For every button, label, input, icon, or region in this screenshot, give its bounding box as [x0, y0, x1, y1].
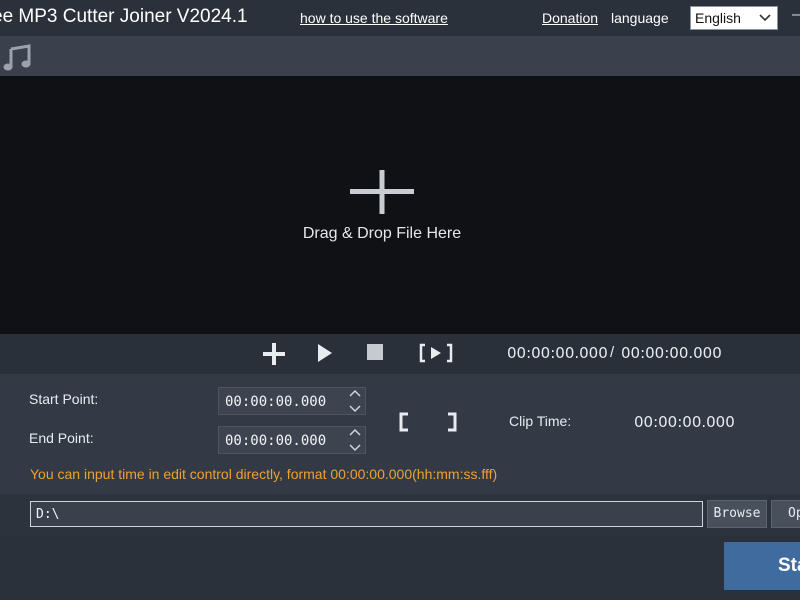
- time-separator: /: [610, 344, 615, 361]
- language-select[interactable]: English: [690, 6, 778, 30]
- total-time: 00:00:00.000: [621, 344, 722, 362]
- output-path-input[interactable]: [30, 501, 703, 527]
- start-point-spinner[interactable]: [345, 387, 365, 415]
- donation-link[interactable]: Donation: [542, 10, 598, 26]
- stop-icon[interactable]: [367, 344, 383, 360]
- start-button[interactable]: Sta: [724, 542, 800, 590]
- open-folder-button[interactable]: Op: [771, 500, 800, 528]
- add-file-plus-icon[interactable]: [350, 170, 414, 214]
- clip-time-label: Clip Time:: [509, 413, 572, 429]
- play-selection-icon[interactable]: [419, 343, 453, 363]
- end-point-input[interactable]: 00:00:00.000: [218, 426, 366, 454]
- app-title: ee MP3 Cutter Joiner V2024.1: [0, 6, 248, 27]
- clip-time-value: 00:00:00.000: [634, 413, 735, 431]
- chevron-down-icon: [759, 10, 771, 29]
- howto-link[interactable]: how to use the software: [300, 10, 448, 26]
- format-hint: You can input time in edit control direc…: [30, 466, 498, 482]
- start-point-label: Start Point:: [29, 391, 99, 407]
- music-note-icon[interactable]: [2, 42, 34, 74]
- toolbar: [0, 36, 800, 76]
- end-point-label: End Point:: [29, 430, 94, 446]
- window-control-icon[interactable]: –: [792, 6, 800, 24]
- set-end-bracket-icon[interactable]: [446, 412, 458, 432]
- current-time: 00:00:00.000: [507, 344, 608, 362]
- bottom-bar: [0, 536, 800, 600]
- end-point-spinner[interactable]: [345, 426, 365, 454]
- drop-instructions: Drag & Drop File Here: [302, 225, 462, 242]
- language-label: language: [611, 10, 669, 26]
- browse-button[interactable]: Browse: [707, 500, 767, 528]
- play-icon[interactable]: [316, 343, 334, 363]
- add-icon[interactable]: [263, 343, 285, 365]
- language-selected-value: English: [695, 10, 741, 26]
- set-start-bracket-icon[interactable]: [398, 412, 410, 432]
- start-point-input[interactable]: 00:00:00.000: [218, 387, 366, 415]
